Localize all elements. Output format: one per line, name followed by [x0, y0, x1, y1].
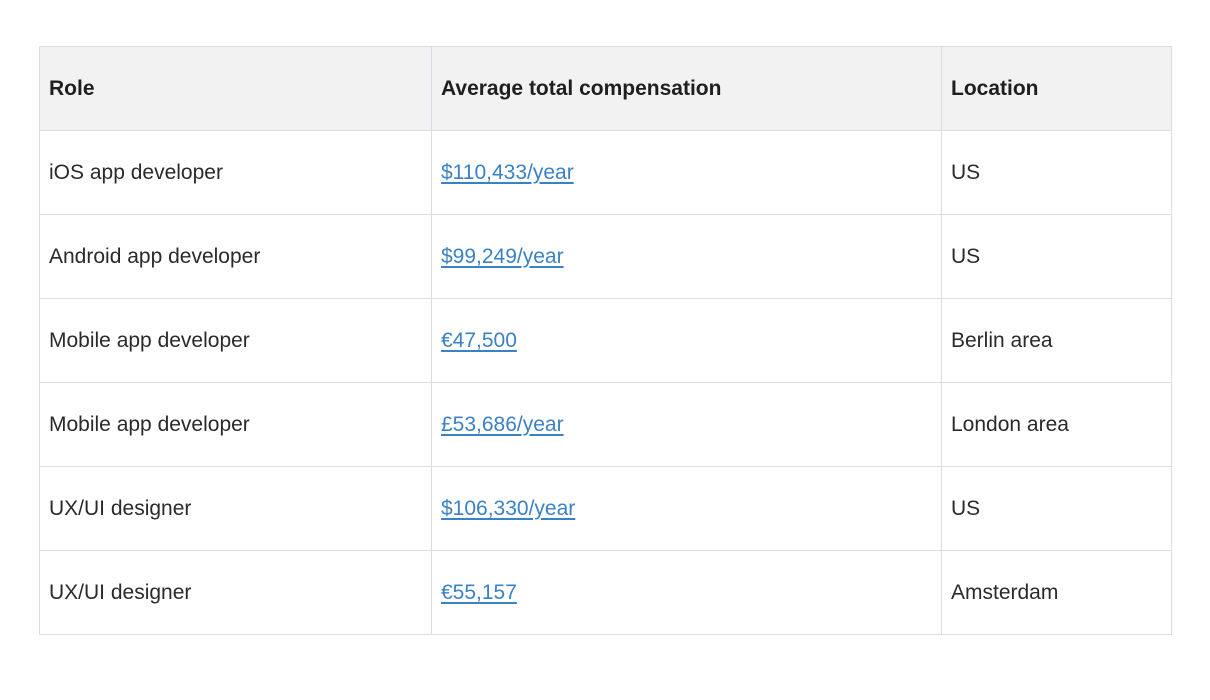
cell-role: Mobile app developer — [39, 382, 432, 467]
cell-location: US — [941, 214, 1172, 299]
table-row: Android app developer $99,249/year US — [39, 214, 1172, 299]
cell-location: Berlin area — [941, 298, 1172, 383]
cell-location: London area — [941, 382, 1172, 467]
cell-compensation: $99,249/year — [431, 214, 942, 299]
compensation-link[interactable]: $110,433/year — [441, 161, 574, 184]
table-row: UX/UI designer €55,157 Amsterdam — [39, 550, 1172, 635]
cell-compensation: £53,686/year — [431, 382, 942, 467]
table-header-row: Role Average total compensation Location — [39, 46, 1172, 131]
cell-compensation: €47,500 — [431, 298, 942, 383]
compensation-table: Role Average total compensation Location… — [39, 46, 1172, 635]
header-role: Role — [39, 46, 432, 131]
cell-location: US — [941, 130, 1172, 215]
compensation-link[interactable]: $99,249/year — [441, 245, 564, 268]
cell-compensation: $106,330/year — [431, 466, 942, 551]
cell-location: Amsterdam — [941, 550, 1172, 635]
compensation-link[interactable]: €55,157 — [441, 581, 517, 604]
compensation-link[interactable]: $106,330/year — [441, 497, 575, 520]
table-row: UX/UI designer $106,330/year US — [39, 466, 1172, 551]
compensation-table-container: Role Average total compensation Location… — [39, 46, 1172, 635]
table-row: iOS app developer $110,433/year US — [39, 130, 1172, 215]
cell-role: iOS app developer — [39, 130, 432, 215]
cell-compensation: $110,433/year — [431, 130, 942, 215]
header-compensation: Average total compensation — [431, 46, 942, 131]
cell-role: Mobile app developer — [39, 298, 432, 383]
cell-role: Android app developer — [39, 214, 432, 299]
compensation-link[interactable]: £53,686/year — [441, 413, 564, 436]
table-row: Mobile app developer €47,500 Berlin area — [39, 298, 1172, 383]
compensation-link[interactable]: €47,500 — [441, 329, 517, 352]
header-location: Location — [941, 46, 1172, 131]
table-row: Mobile app developer £53,686/year London… — [39, 382, 1172, 467]
cell-role: UX/UI designer — [39, 550, 432, 635]
cell-location: US — [941, 466, 1172, 551]
cell-role: UX/UI designer — [39, 466, 432, 551]
cell-compensation: €55,157 — [431, 550, 942, 635]
